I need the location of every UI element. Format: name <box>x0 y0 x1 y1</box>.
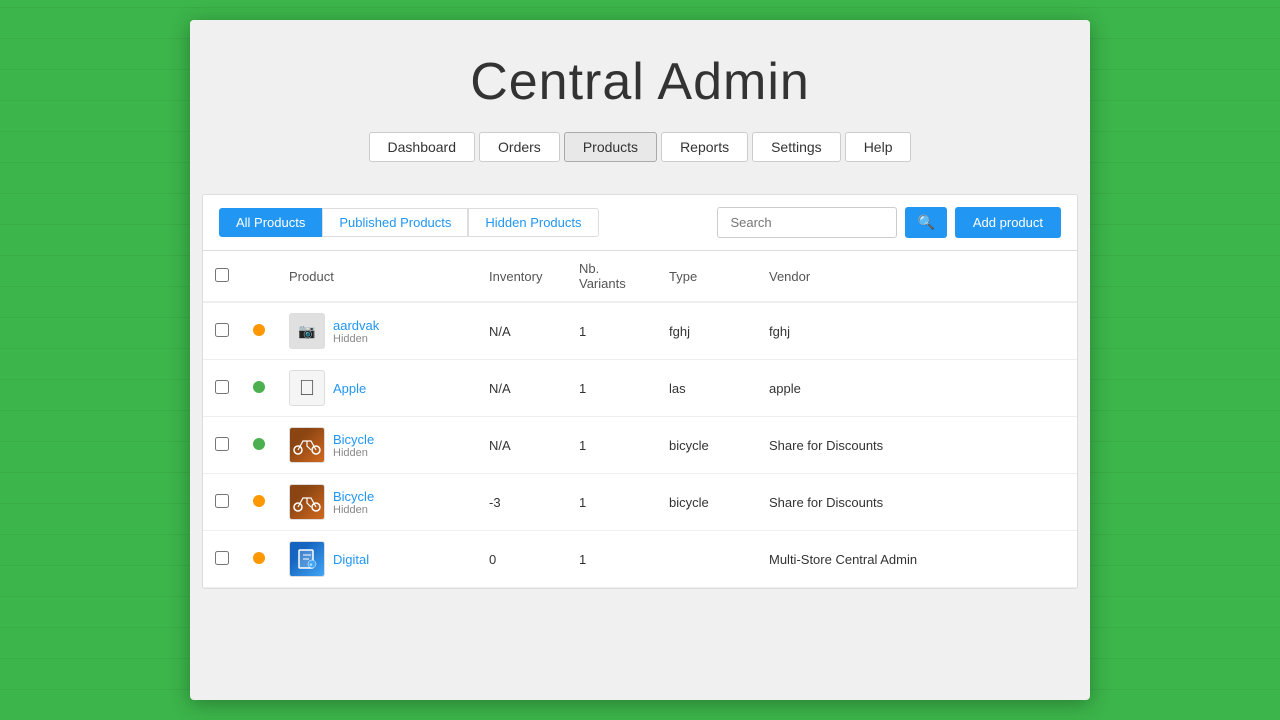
product-name-link[interactable]: Bicycle <box>333 432 374 447</box>
row-type: fghj <box>657 302 757 360</box>
row-status-cell <box>241 302 277 360</box>
row-inventory: -3 <box>477 474 567 531</box>
table-row: Bicycle Hidden N/A 1 bicycle Share for D… <box>203 417 1077 474</box>
nav-dashboard[interactable]: Dashboard <box>369 132 476 162</box>
row-product-cell: + Digital <box>277 531 477 588</box>
tab-hidden-products[interactable]: Hidden Products <box>468 208 598 237</box>
row-drag-handle <box>203 531 241 588</box>
add-product-button[interactable]: Add product <box>955 207 1061 238</box>
row-vendor: fghj <box>757 302 1077 360</box>
product-thumbnail: + <box>289 541 325 577</box>
row-drag-handle <box>203 417 241 474</box>
nav-help[interactable]: Help <box>845 132 912 162</box>
row-checkbox[interactable] <box>215 323 229 337</box>
row-status-cell <box>241 531 277 588</box>
status-dot-hidden <box>253 324 265 336</box>
nav-reports[interactable]: Reports <box>661 132 748 162</box>
nav-bar: Dashboard Orders Products Reports Settin… <box>210 132 1070 178</box>
row-type: bicycle <box>657 417 757 474</box>
table-row: 📷 aardvak Hidden N/A 1 fghj fghj <box>203 302 1077 360</box>
status-dot-hidden <box>253 552 265 564</box>
row-inventory: 0 <box>477 531 567 588</box>
row-variants: 1 <box>567 531 657 588</box>
row-variants: 1 <box>567 417 657 474</box>
page-title: Central Admin <box>210 52 1070 112</box>
col-variants: Nb. Variants <box>567 251 657 302</box>
select-all-checkbox[interactable] <box>215 268 229 282</box>
nav-settings[interactable]: Settings <box>752 132 841 162</box>
row-drag-handle <box>203 360 241 417</box>
svg-text:+: + <box>310 563 313 569</box>
tab-published-products[interactable]: Published Products <box>322 208 468 237</box>
col-type: Type <box>657 251 757 302</box>
status-dot-published <box>253 438 265 450</box>
product-thumbnail <box>289 427 325 463</box>
row-variants: 1 <box>567 360 657 417</box>
row-status-cell <box>241 417 277 474</box>
row-drag-handle <box>203 302 241 360</box>
row-type: las <box>657 360 757 417</box>
table-row: Bicycle Hidden -3 1 bicycle Share for Di… <box>203 474 1077 531</box>
row-checkbox[interactable] <box>215 551 229 565</box>
row-product-cell:  Apple <box>277 360 477 417</box>
products-table: Product Inventory Nb. Variants Type Vend… <box>203 251 1077 588</box>
col-status <box>241 251 277 302</box>
main-container: Central Admin Dashboard Orders Products … <box>190 20 1090 700</box>
row-vendor: Multi-Store Central Admin <box>757 531 1077 588</box>
row-product-cell: Bicycle Hidden <box>277 474 477 531</box>
search-group: 🔍 Add product <box>717 207 1061 238</box>
placeholder-icon: 📷 <box>298 323 315 340</box>
row-drag-handle <box>203 474 241 531</box>
header: Central Admin Dashboard Orders Products … <box>190 20 1090 194</box>
table-header-row: Product Inventory Nb. Variants Type Vend… <box>203 251 1077 302</box>
row-inventory: N/A <box>477 360 567 417</box>
row-product-cell: Bicycle Hidden <box>277 417 477 474</box>
row-inventory: N/A <box>477 417 567 474</box>
col-select-all <box>203 251 241 302</box>
product-status-label: Hidden <box>333 333 379 345</box>
product-name-link[interactable]: Apple <box>333 381 366 396</box>
row-product-cell: 📷 aardvak Hidden <box>277 302 477 360</box>
row-checkbox[interactable] <box>215 380 229 394</box>
row-checkbox[interactable] <box>215 437 229 451</box>
product-status-label: Hidden <box>333 447 374 459</box>
apple-logo-icon:  <box>299 375 316 401</box>
product-name-link[interactable]: Digital <box>333 552 369 567</box>
row-type <box>657 531 757 588</box>
row-type: bicycle <box>657 474 757 531</box>
col-inventory: Inventory <box>477 251 567 302</box>
row-vendor: apple <box>757 360 1077 417</box>
nav-products[interactable]: Products <box>564 132 657 162</box>
status-dot-published <box>253 381 265 393</box>
tab-all-products[interactable]: All Products <box>219 208 322 237</box>
product-status-label: Hidden <box>333 504 374 516</box>
row-variants: 1 <box>567 302 657 360</box>
row-status-cell <box>241 360 277 417</box>
content-area: All Products Published Products Hidden P… <box>202 194 1078 589</box>
search-button[interactable]: 🔍 <box>905 207 946 238</box>
row-status-cell <box>241 474 277 531</box>
row-vendor: Share for Discounts <box>757 417 1077 474</box>
tab-group: All Products Published Products Hidden P… <box>219 208 599 237</box>
product-thumbnail <box>289 484 325 520</box>
col-product: Product <box>277 251 477 302</box>
table-row:  Apple N/A 1 las apple <box>203 360 1077 417</box>
nav-orders[interactable]: Orders <box>479 132 560 162</box>
search-icon: 🔍 <box>917 214 934 230</box>
product-thumbnail: 📷 <box>289 313 325 349</box>
product-name-link[interactable]: aardvak <box>333 318 379 333</box>
col-vendor: Vendor <box>757 251 1077 302</box>
toolbar: All Products Published Products Hidden P… <box>203 195 1077 251</box>
product-name-link[interactable]: Bicycle <box>333 489 374 504</box>
row-vendor: Share for Discounts <box>757 474 1077 531</box>
row-variants: 1 <box>567 474 657 531</box>
row-inventory: N/A <box>477 302 567 360</box>
product-thumbnail:  <box>289 370 325 406</box>
search-input[interactable] <box>717 207 897 238</box>
table-row: + Digital 0 1 Multi-Store Central Admin <box>203 531 1077 588</box>
status-dot-hidden <box>253 495 265 507</box>
row-checkbox[interactable] <box>215 494 229 508</box>
